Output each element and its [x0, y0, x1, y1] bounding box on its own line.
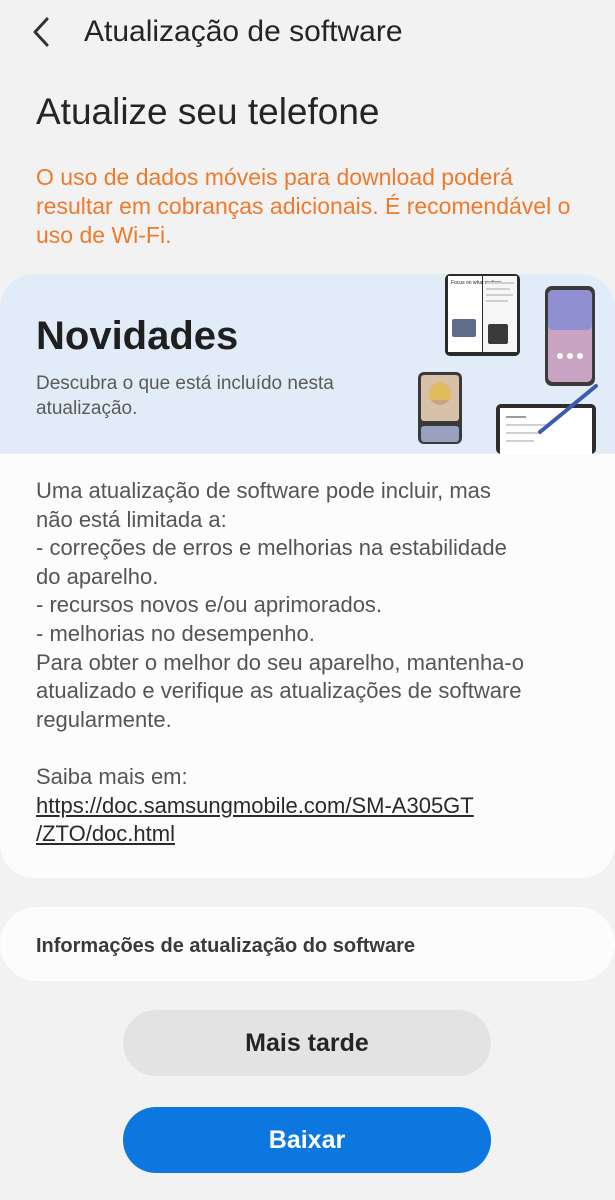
body-line: regularmente.	[36, 706, 172, 732]
body-line: - correções de erros e melhorias na esta…	[36, 535, 507, 561]
whats-new-banner: Novidades Descubra o que está incluído n…	[0, 274, 615, 454]
whats-new-title: Novidades	[36, 314, 239, 358]
whats-new-body: Uma atualização de software pode incluir…	[36, 477, 596, 849]
body-line: Uma atualização de software pode incluir…	[36, 478, 491, 503]
app-bar: Atualização de software	[0, 0, 615, 64]
page-heading: Atualize seu telefone	[36, 91, 380, 132]
devices-illustration: Focus on what matters	[418, 274, 598, 454]
foldable-device-icon: Focus on what matters	[445, 274, 520, 356]
body-line: - melhorias no desempenho.	[36, 620, 315, 646]
body-line: atualizado e verifique as atualizações d…	[36, 678, 522, 704]
later-button[interactable]: Mais tarde	[123, 1010, 491, 1076]
body-line: Para obter o melhor do seu aparelho, man…	[36, 649, 524, 675]
download-button[interactable]: Baixar	[123, 1107, 491, 1173]
body-line: do aparelho.	[36, 563, 159, 589]
whats-new-subtitle: Descubra o que está incluído nesta atual…	[36, 373, 334, 419]
release-notes-link-continued[interactable]: /ZTO/doc.html	[36, 821, 175, 846]
phone-device-icon	[545, 286, 595, 386]
chevron-left-icon	[33, 17, 49, 47]
update-info-label: Informações de atualização do software	[36, 935, 415, 957]
whats-new-card: Novidades Descubra o que está incluído n…	[0, 274, 615, 878]
flip-phone-device-icon	[418, 372, 462, 444]
tablet-device-icon	[496, 384, 598, 454]
back-button[interactable]	[22, 12, 62, 52]
body-line: - recursos novos e/ou aprimorados.	[36, 592, 383, 618]
update-info-row[interactable]: Informações de atualização do software	[0, 907, 615, 981]
learn-more-label: Saiba mais em:	[36, 763, 188, 789]
body-line: não está limitada a:	[36, 506, 227, 532]
mobile-data-warning: O uso de dados móveis para download pode…	[36, 164, 571, 248]
release-notes-link[interactable]: https://doc.samsungmobile.com/SM-A305GT	[36, 793, 474, 818]
app-title: Atualização de software	[84, 15, 403, 48]
